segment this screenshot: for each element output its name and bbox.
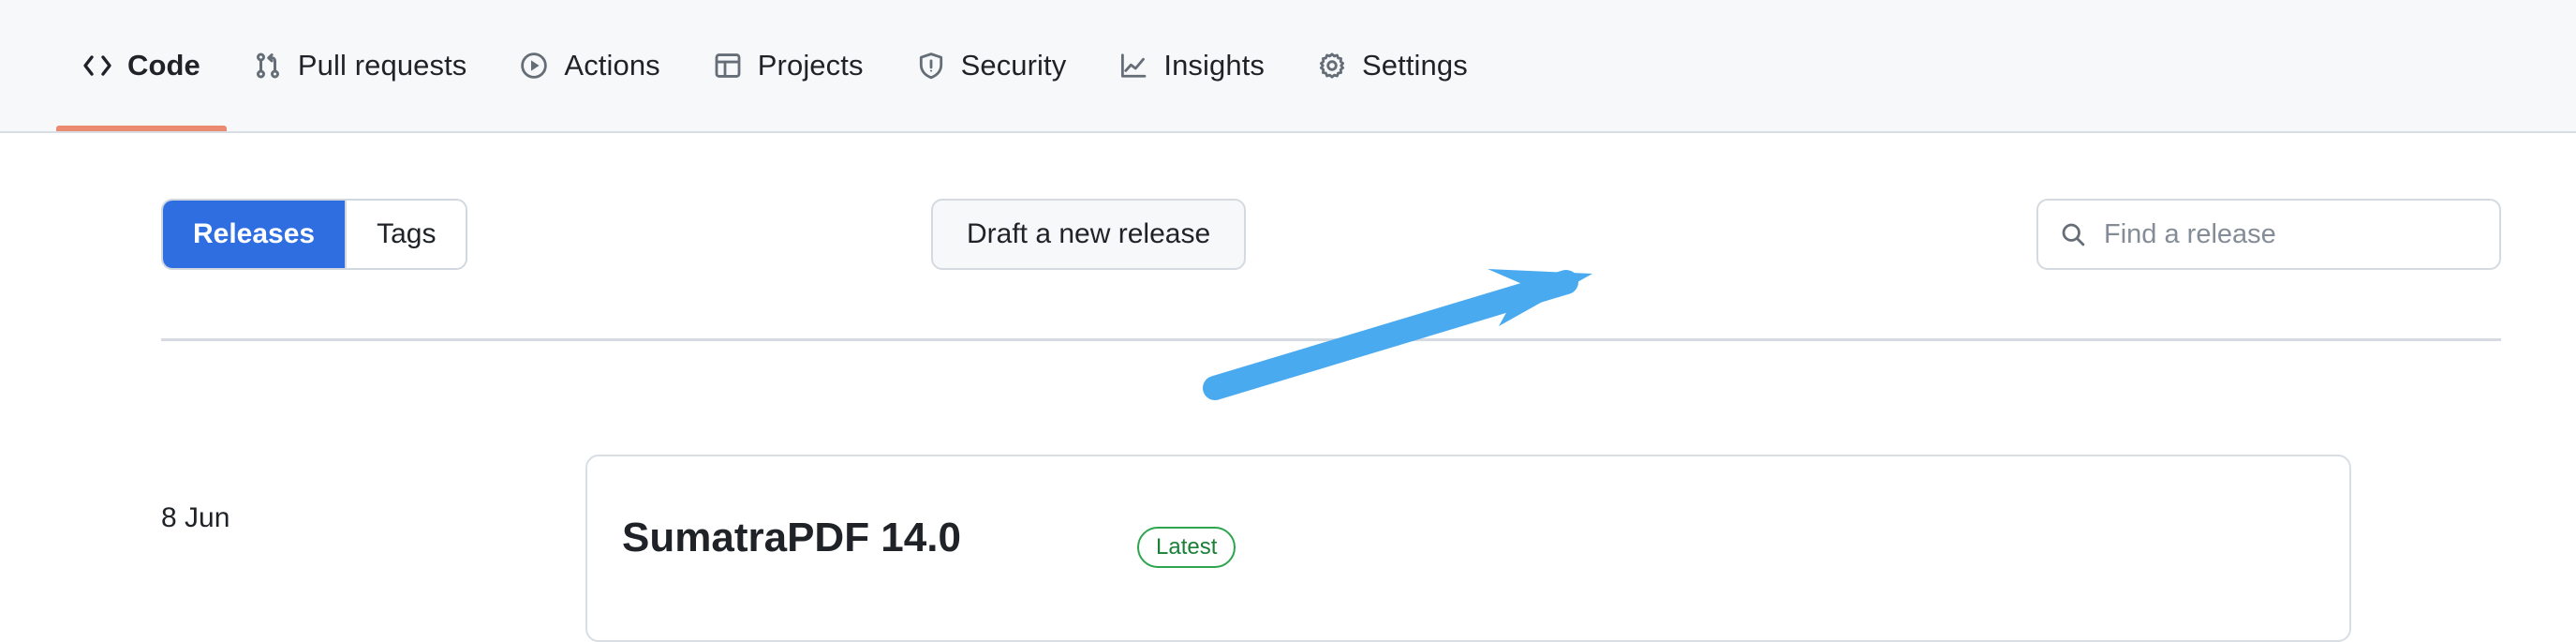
toolbar-divider [161,338,2501,341]
releases-tags-segmented-control: Releases Tags [161,199,468,270]
segment-tags[interactable]: Tags [347,201,466,268]
tab-security-label: Security [960,49,1067,82]
repository-nav-tab-list: Code Pull requests Actions Projects Secu… [56,0,1494,131]
tab-pull-requests[interactable]: Pull requests [227,0,494,131]
tab-insights-label: Insights [1163,49,1266,82]
tab-actions-label: Actions [564,49,660,82]
draft-a-new-release-button[interactable]: Draft a new release [931,199,1247,270]
tab-settings-label: Settings [1362,49,1468,82]
graph-line-icon [1118,51,1148,81]
code-icon [82,51,112,81]
tab-actions[interactable]: Actions [493,0,686,131]
gear-icon [1317,51,1347,81]
tab-code-label: Code [127,49,200,82]
git-pull-request-icon [253,51,283,81]
tab-pull-requests-label: Pull requests [297,49,467,82]
release-card: SumatraPDF 14.0 Latest [585,455,2351,642]
release-search-input[interactable] [2104,218,2479,250]
shield-alert-icon [916,51,946,81]
tab-settings[interactable]: Settings [1291,0,1494,131]
active-tab-underline [56,126,227,131]
search-icon [2059,220,2087,248]
tab-projects[interactable]: Projects [687,0,890,131]
play-circle-icon [519,51,549,81]
release-title[interactable]: SumatraPDF 14.0 [622,515,961,561]
segment-releases[interactable]: Releases [163,201,346,268]
latest-release-badge: Latest [1137,527,1236,568]
find-a-release-search-box[interactable] [2036,199,2501,270]
tab-insights[interactable]: Insights [1092,0,1291,131]
releases-toolbar: Releases Tags Draft a new release [161,199,2501,270]
release-date-label: 8 Jun [161,502,230,533]
tab-projects-label: Projects [757,49,864,82]
tab-code[interactable]: Code [56,0,227,131]
repository-nav-bar: Code Pull requests Actions Projects Secu… [0,0,2576,133]
tab-security[interactable]: Security [890,0,1093,131]
table-icon [713,51,743,81]
